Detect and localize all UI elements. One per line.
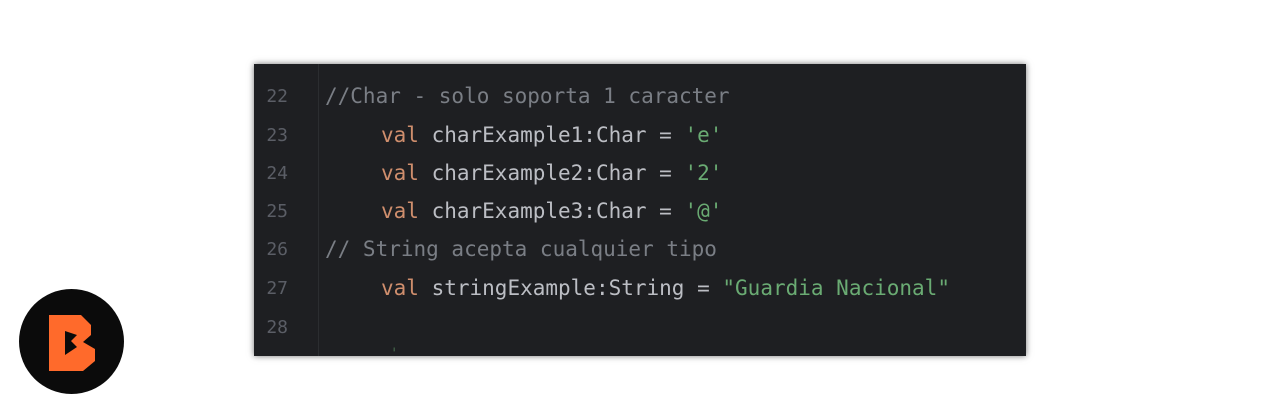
code-comment: // String acepta cualquier tipo xyxy=(325,237,717,261)
keyword-val: val xyxy=(381,199,419,223)
code-statement: val charExample2:Char = '2' xyxy=(325,161,722,185)
line-number: 24 xyxy=(266,162,288,184)
keyword-val: val xyxy=(381,123,419,147)
brand-b-logo-shape xyxy=(49,315,95,371)
keyword-val: val xyxy=(381,161,419,185)
declaration: charExample1:Char = xyxy=(431,123,685,147)
char-literal: 'e' xyxy=(684,123,723,147)
code-comment: //Char - solo soporta 1 caracter xyxy=(325,84,730,108)
code-statement: val charExample3:Char = '@' xyxy=(325,199,722,223)
code-line[interactable]: 27 val stringExample:String = "Guardia N… xyxy=(254,269,1026,307)
line-number: 27 xyxy=(266,277,288,299)
code-line[interactable]: 22 //Char - solo soporta 1 caracter xyxy=(254,77,1026,115)
string-literal: "Guardia Nacional" xyxy=(722,276,950,300)
cutoff-glyph: ' xyxy=(390,346,399,356)
keyword-val: val xyxy=(381,276,419,300)
code-statement: val charExample1:Char = 'e' xyxy=(325,123,722,147)
line-number: 22 xyxy=(266,85,288,107)
code-statement: val stringExample:String = "Guardia Naci… xyxy=(325,276,950,300)
char-literal: '@' xyxy=(684,199,723,223)
line-number: 23 xyxy=(266,124,288,146)
declaration: stringExample:String = xyxy=(431,276,723,300)
code-line[interactable]: 28 xyxy=(254,308,1026,346)
code-editor[interactable]: 22 //Char - solo soporta 1 caracter 23 v… xyxy=(254,64,1026,356)
line-number: 28 xyxy=(266,316,288,338)
declaration: charExample2:Char = xyxy=(431,161,685,185)
code-line[interactable]: 24 val charExample2:Char = '2' xyxy=(254,154,1026,192)
char-literal: '2' xyxy=(684,161,723,185)
code-line[interactable]: 26 // String acepta cualquier tipo xyxy=(254,230,1026,268)
line-number: 25 xyxy=(266,200,288,222)
code-line[interactable]: 23 val charExample1:Char = 'e' xyxy=(254,116,1026,154)
line-number: 26 xyxy=(266,238,288,260)
code-line[interactable]: 25 val charExample3:Char = '@' xyxy=(254,192,1026,230)
declaration: charExample3:Char = xyxy=(431,199,685,223)
brand-b-logo-icon xyxy=(19,289,124,394)
